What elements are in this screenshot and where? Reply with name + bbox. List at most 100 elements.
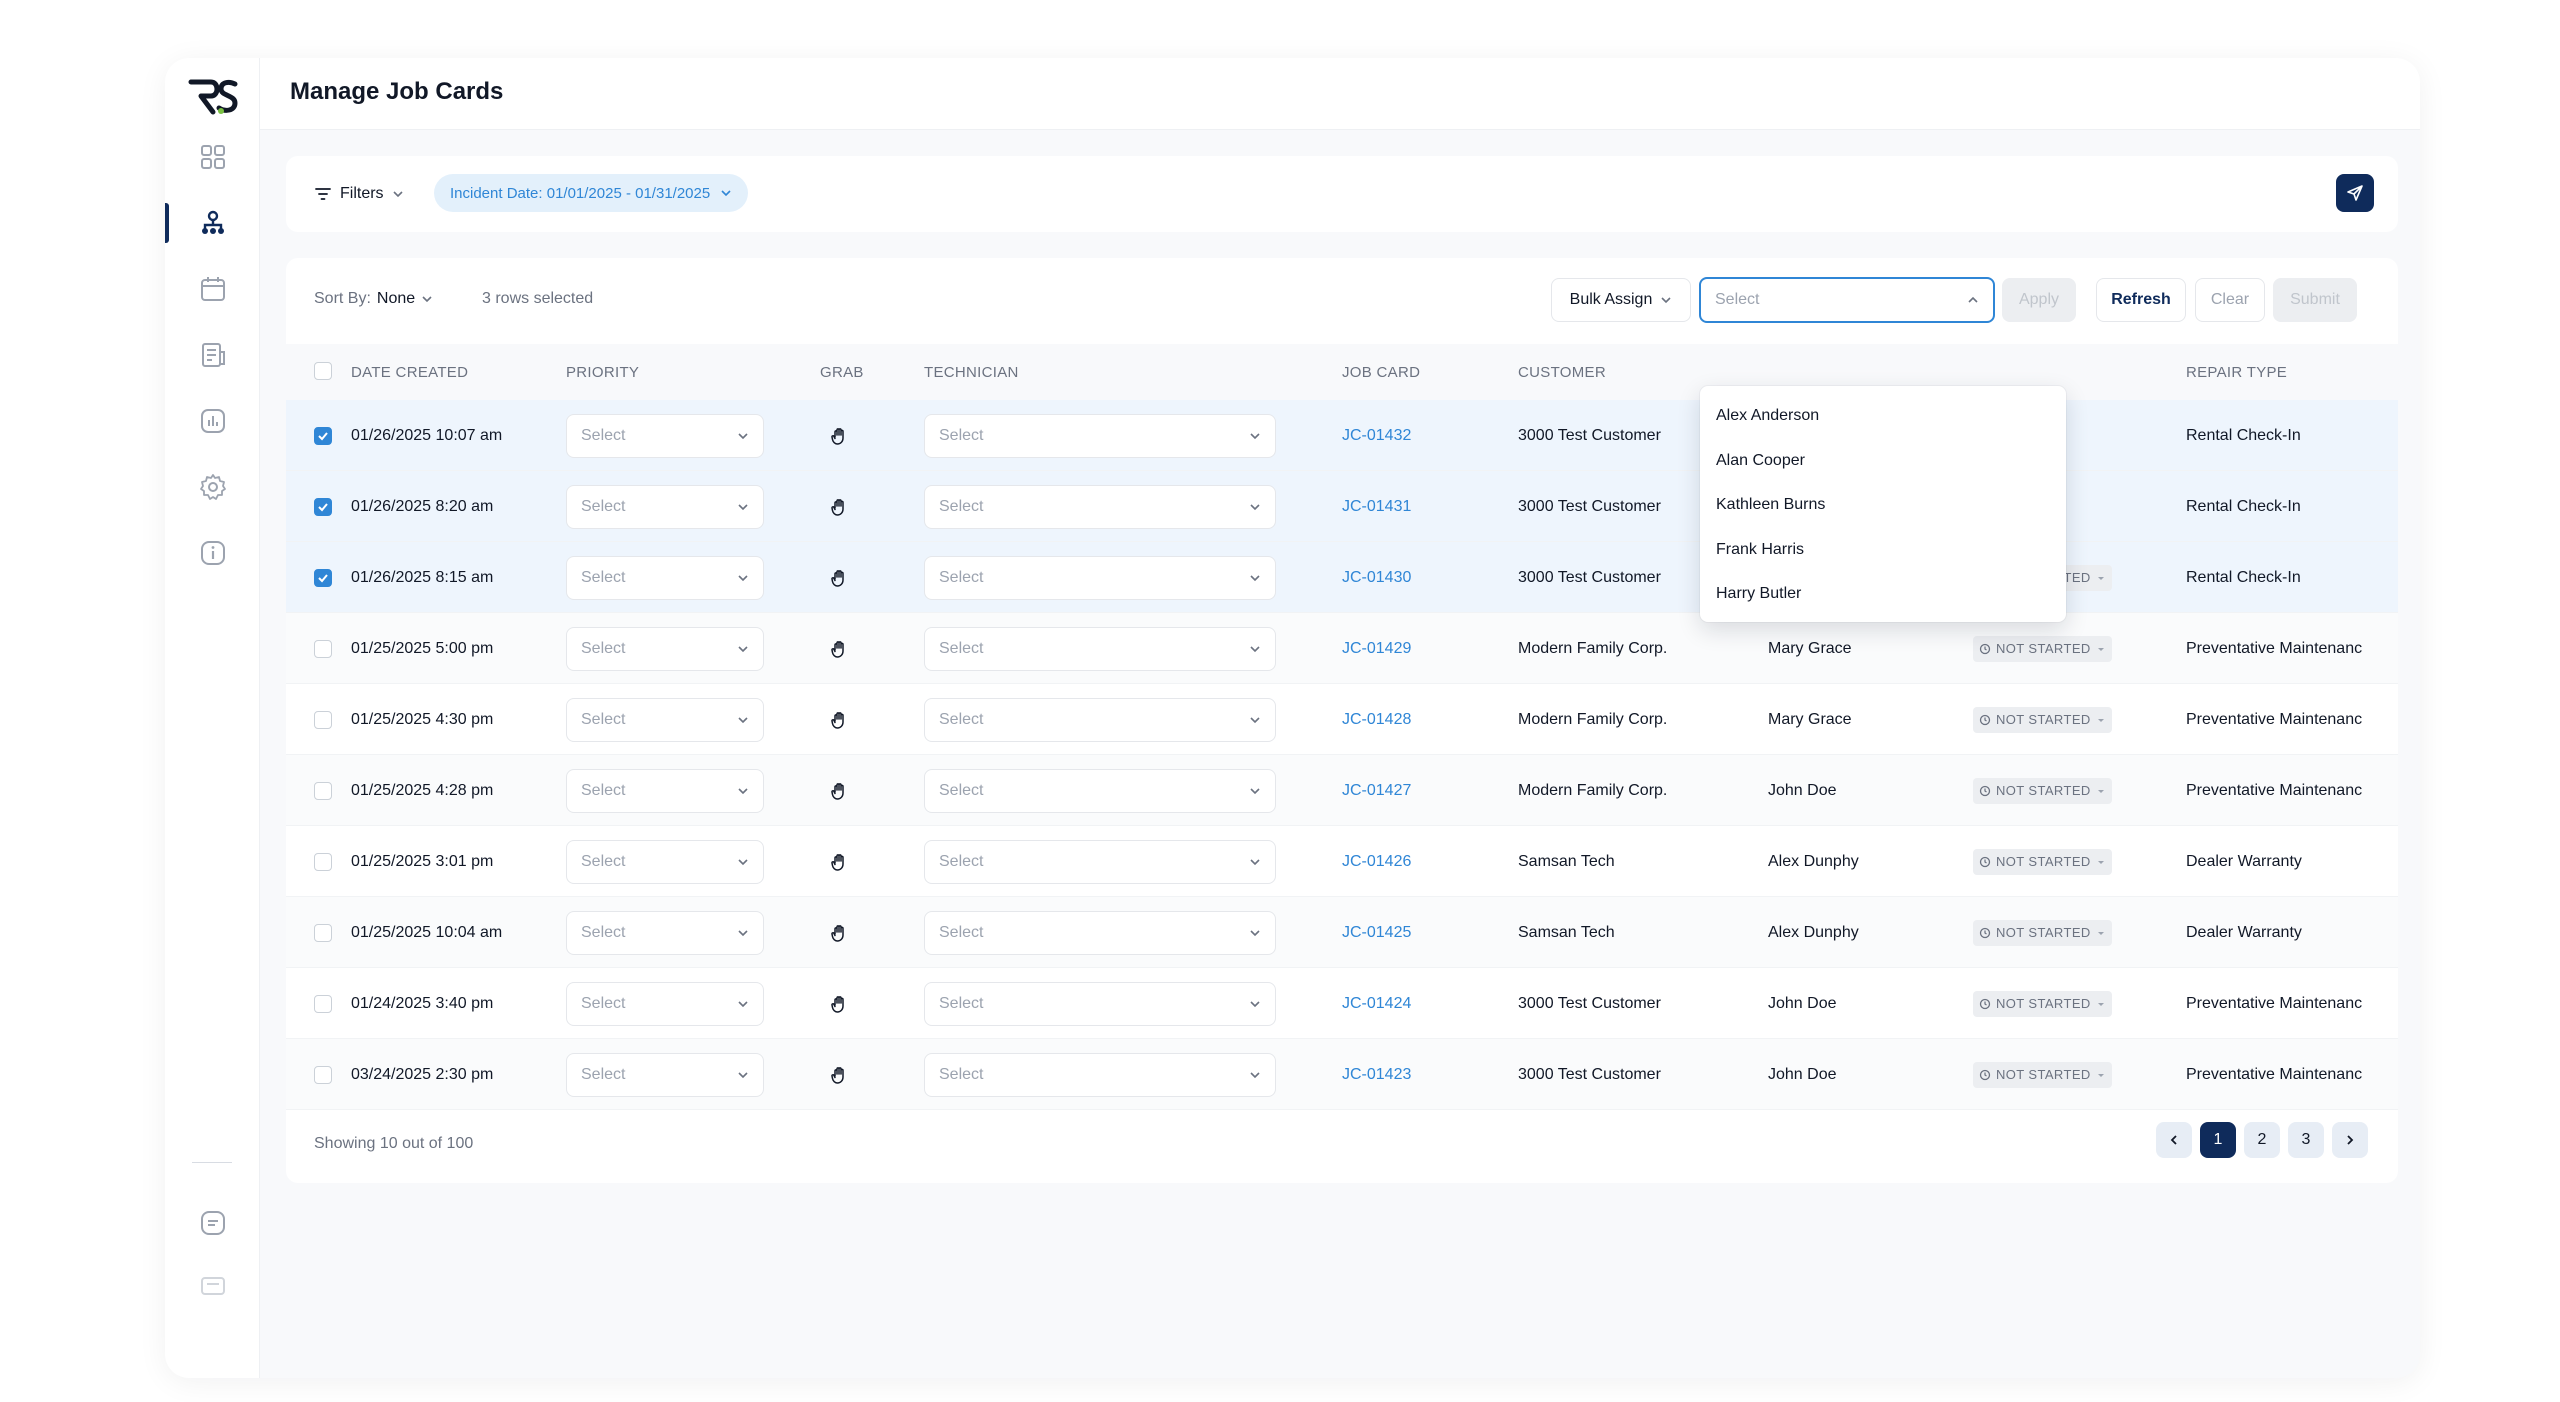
grab-button[interactable]	[829, 780, 851, 802]
table-row[interactable]: 01/26/2025 8:20 am Select Select JC-0143…	[286, 471, 2398, 542]
technician-select[interactable]: Select	[924, 1052, 1276, 1097]
grab-button[interactable]	[829, 709, 851, 731]
priority-select[interactable]: Select	[566, 413, 764, 458]
clear-button[interactable]: Clear	[2195, 278, 2265, 322]
status-badge[interactable]: NOT STARTED	[1973, 1061, 2112, 1088]
table-row[interactable]: 01/25/2025 10:04 am Select Select JC-014…	[286, 897, 2398, 968]
job-card-link[interactable]: JC-01425	[1342, 924, 1411, 942]
select-all-checkbox[interactable]	[314, 362, 332, 380]
job-card-link[interactable]: JC-01428	[1342, 711, 1411, 729]
nav-calendar[interactable]	[165, 267, 260, 311]
grab-button[interactable]	[829, 922, 851, 944]
technician-select[interactable]: Select	[924, 484, 1276, 529]
priority-select[interactable]: Select	[566, 839, 764, 884]
status-badge[interactable]: NOT STARTED	[1973, 706, 2112, 733]
priority-select[interactable]: Select	[566, 697, 764, 742]
row-checkbox[interactable]	[314, 994, 332, 1013]
priority-select[interactable]: Select	[566, 555, 764, 600]
technician-select[interactable]: Select	[924, 697, 1276, 742]
refresh-button[interactable]: Refresh	[2096, 278, 2186, 322]
table-row[interactable]: 01/25/2025 3:01 pm Select Select JC-0142…	[286, 826, 2398, 897]
technician-select[interactable]: Select	[924, 839, 1276, 884]
priority-select[interactable]: Select	[566, 981, 764, 1026]
table-row[interactable]: 01/25/2025 4:30 pm Select Select JC-0142…	[286, 684, 2398, 755]
col-date-created[interactable]: DATE CREATED	[351, 364, 468, 381]
dropdown-option[interactable]: Frank Harris	[1700, 528, 2066, 573]
technician-select[interactable]: Select	[924, 981, 1276, 1026]
grab-button[interactable]	[829, 993, 851, 1015]
bulk-assign-dropdown[interactable]: Bulk Assign	[1551, 278, 1691, 322]
technician-select[interactable]: Select	[924, 768, 1276, 813]
nav-info[interactable]	[165, 531, 260, 575]
priority-select[interactable]: Select	[566, 1052, 764, 1097]
row-checkbox[interactable]	[314, 426, 332, 445]
status-badge[interactable]: NOT STARTED	[1973, 635, 2112, 662]
nav-dashboard[interactable]	[165, 135, 260, 179]
job-card-link[interactable]: JC-01427	[1342, 782, 1411, 800]
dropdown-option[interactable]: Harry Butler	[1700, 572, 2066, 617]
row-checkbox[interactable]	[314, 497, 332, 516]
next-page-button[interactable]	[2332, 1122, 2368, 1158]
priority-select[interactable]: Select	[566, 626, 764, 671]
status-badge[interactable]: NOT STARTED	[1973, 990, 2112, 1017]
page-1-button[interactable]: 1	[2200, 1122, 2236, 1158]
dropdown-option[interactable]: Alex Anderson	[1700, 394, 2066, 439]
prev-page-button[interactable]	[2156, 1122, 2192, 1158]
status-badge[interactable]: NOT STARTED	[1973, 848, 2112, 875]
row-checkbox[interactable]	[314, 639, 332, 658]
job-card-link[interactable]: JC-01424	[1342, 995, 1411, 1013]
nav-support[interactable]	[165, 1201, 260, 1245]
grab-button[interactable]	[829, 638, 851, 660]
job-card-link[interactable]: JC-01430	[1342, 569, 1411, 587]
priority-select[interactable]: Select	[566, 484, 764, 529]
col-customer[interactable]: CUSTOMER	[1518, 364, 1606, 381]
incident-date-filter-chip[interactable]: Incident Date: 01/01/2025 - 01/31/2025	[434, 174, 749, 212]
grab-button[interactable]	[829, 567, 851, 589]
priority-select[interactable]: Select	[566, 768, 764, 813]
col-job-card[interactable]: JOB CARD	[1342, 364, 1420, 381]
dropdown-option[interactable]: Kathleen Burns	[1700, 483, 2066, 528]
row-checkbox[interactable]	[314, 923, 332, 942]
job-card-link[interactable]: JC-01429	[1342, 640, 1411, 658]
grab-button[interactable]	[829, 851, 851, 873]
col-priority[interactable]: PRIORITY	[566, 364, 639, 381]
table-row[interactable]: 01/25/2025 5:00 pm Select Select JC-0142…	[286, 613, 2398, 684]
nav-job-cards[interactable]	[165, 201, 260, 245]
page-3-button[interactable]: 3	[2288, 1122, 2324, 1158]
row-checkbox[interactable]	[314, 568, 332, 587]
nav-documents[interactable]	[165, 333, 260, 377]
job-card-link[interactable]: JC-01432	[1342, 427, 1411, 445]
table-row[interactable]: 01/25/2025 4:28 pm Select Select JC-0142…	[286, 755, 2398, 826]
nav-messages[interactable]	[165, 1264, 260, 1308]
job-card-link[interactable]: JC-01426	[1342, 853, 1411, 871]
job-card-link[interactable]: JC-01423	[1342, 1066, 1411, 1084]
technician-select[interactable]: Select	[924, 626, 1276, 671]
logo[interactable]	[185, 76, 241, 118]
apply-button[interactable]: Apply	[2002, 278, 2076, 322]
send-button[interactable]	[2336, 174, 2374, 212]
row-checkbox[interactable]	[314, 852, 332, 871]
table-row[interactable]: 01/24/2025 3:40 pm Select Select JC-0142…	[286, 968, 2398, 1039]
grab-button[interactable]	[829, 496, 851, 518]
technician-select[interactable]: Select	[924, 555, 1276, 600]
grab-button[interactable]	[829, 425, 851, 447]
row-checkbox[interactable]	[314, 781, 332, 800]
row-checkbox[interactable]	[314, 710, 332, 729]
col-repair-type[interactable]: REPAIR TYPE	[2186, 364, 2287, 381]
col-technician[interactable]: TECHNICIAN	[924, 364, 1019, 381]
technician-select[interactable]: Select	[924, 413, 1276, 458]
table-row[interactable]: 01/26/2025 10:07 am Select Select JC-014…	[286, 400, 2398, 471]
priority-select[interactable]: Select	[566, 910, 764, 955]
nav-reports[interactable]	[165, 399, 260, 443]
sort-by-control[interactable]: Sort By: None	[314, 290, 433, 308]
row-checkbox[interactable]	[314, 1065, 332, 1084]
status-badge[interactable]: NOT STARTED	[1973, 919, 2112, 946]
filters-button[interactable]: Filters	[314, 180, 404, 208]
dropdown-option[interactable]: Alan Cooper	[1700, 439, 2066, 484]
nav-settings[interactable]	[165, 465, 260, 509]
table-row[interactable]: 03/24/2025 2:30 pm Select Select JC-0142…	[286, 1039, 2398, 1110]
technician-select[interactable]: Select	[924, 910, 1276, 955]
submit-button[interactable]: Submit	[2273, 278, 2357, 322]
page-2-button[interactable]: 2	[2244, 1122, 2280, 1158]
status-badge[interactable]: NOT STARTED	[1973, 777, 2112, 804]
